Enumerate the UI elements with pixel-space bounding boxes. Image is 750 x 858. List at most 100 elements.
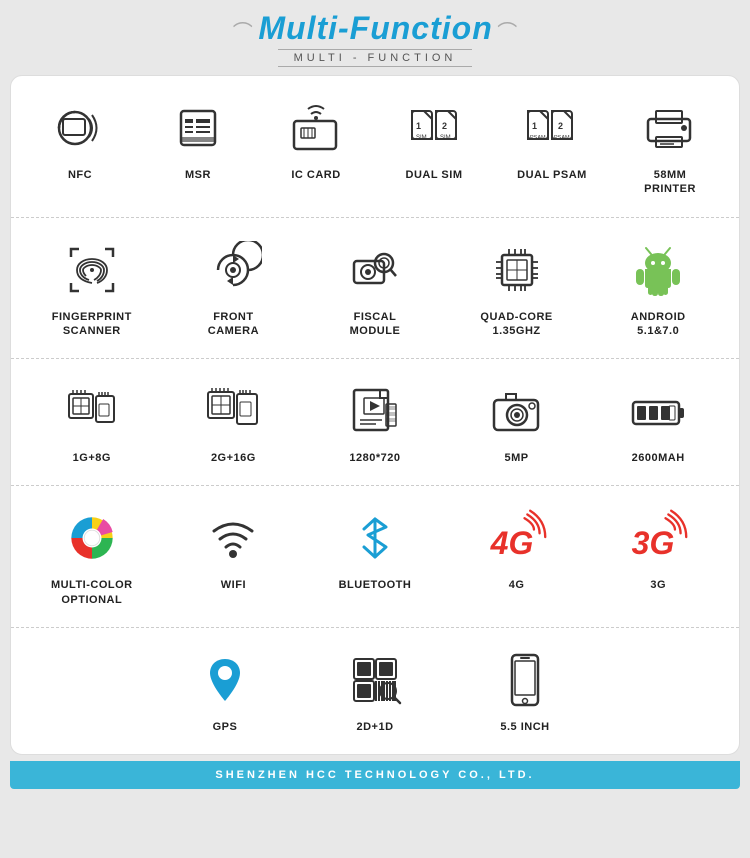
feature-5mp: 5MP (462, 373, 572, 471)
multicolor-label: MULTI-COLOROPTIONAL (51, 578, 133, 607)
feature-android: ANDROID5.1&7.0 (603, 232, 713, 345)
battery-label: 2600MAH (632, 451, 685, 465)
feature-nfc: NFC (25, 90, 135, 188)
3g-label: 3G (650, 578, 666, 592)
feature-dual-psam: 1 PSAM 2 PSAM DUAL PSAM (497, 90, 607, 188)
nfc-label: NFC (68, 168, 92, 182)
ic-card-icon (284, 96, 348, 160)
nfc-icon (48, 96, 112, 160)
feature-55inch: 5.5 INCH (470, 642, 580, 740)
feature-grid-1: NFC (21, 90, 729, 203)
feature-2d1d: 2D+1D (320, 642, 430, 740)
resolution-label: 1280*720 (349, 451, 400, 465)
android-icon (626, 238, 690, 302)
dual-psam-icon: 1 PSAM 2 PSAM (520, 96, 584, 160)
2g16g-icon (201, 379, 265, 443)
fingerprint-icon (60, 238, 124, 302)
feature-3g: 3G 3G (603, 500, 713, 598)
feature-fiscal: FISCALMODULE (320, 232, 430, 345)
feature-battery: 2600MAH (603, 373, 713, 471)
main-card: NFC (10, 75, 740, 755)
msr-label: MSR (185, 168, 211, 182)
gps-label: GPS (213, 720, 238, 734)
feature-wifi: WIFI (178, 500, 288, 598)
printer-label: 58MMPRINTER (644, 168, 696, 197)
5mp-icon (485, 379, 549, 443)
svg-text:PSAM: PSAM (554, 135, 570, 141)
feature-grid-3: 1G+8G (21, 373, 729, 471)
gps-icon (193, 648, 257, 712)
msr-icon (166, 96, 230, 160)
feature-multicolor: MULTI-COLOROPTIONAL (37, 500, 147, 613)
bluetooth-icon (343, 506, 407, 570)
front-camera-icon (201, 238, 265, 302)
svg-text:SIM: SIM (416, 135, 427, 141)
page-title: Multi-Function (258, 10, 492, 46)
svg-text:1: 1 (532, 121, 537, 131)
wifi-label: WIFI (221, 578, 246, 592)
feature-gps: GPS (170, 642, 280, 740)
feature-fingerprint: FINGERPRINTSCANNER (37, 232, 147, 345)
dual-psam-label: DUAL PSAM (517, 168, 587, 182)
svg-text:4G: 4G (489, 525, 533, 561)
battery-icon (626, 379, 690, 443)
55inch-label: 5.5 INCH (500, 720, 549, 734)
bracket-left: ⌒ (233, 22, 259, 44)
feature-front-camera: FRONTCAMERA (178, 232, 288, 345)
svg-text:3G: 3G (632, 525, 675, 561)
feature-resolution: 1280*720 (320, 373, 430, 471)
svg-text:SIM: SIM (440, 135, 451, 141)
front-camera-label: FRONTCAMERA (208, 310, 259, 339)
feature-2g16g: 2G+16G (178, 373, 288, 471)
feature-section-5: GPS (11, 628, 739, 754)
feature-dual-sim: 1 SIM 2 SIM DUAL SIM (379, 90, 489, 188)
quad-core-label: QUAD-CORE1.35GHZ (480, 310, 552, 339)
svg-text:1: 1 (416, 121, 421, 131)
1g8g-icon (60, 379, 124, 443)
feature-grid-5: GPS (21, 642, 729, 740)
2g16g-label: 2G+16G (211, 451, 256, 465)
feature-section-4: MULTI-COLOROPTIONAL WIFI (11, 486, 739, 628)
svg-text:2: 2 (558, 121, 563, 131)
55inch-icon (493, 648, 557, 712)
quad-core-icon (485, 238, 549, 302)
resolution-icon (343, 379, 407, 443)
feature-grid-4: MULTI-COLOROPTIONAL WIFI (21, 500, 729, 613)
feature-quad-core: QUAD-CORE1.35GHZ (462, 232, 572, 345)
5mp-label: 5MP (505, 451, 529, 465)
dual-sim-icon: 1 SIM 2 SIM (402, 96, 466, 160)
feature-grid-2: FINGERPRINTSCANNER (21, 232, 729, 345)
wifi-icon (201, 506, 265, 570)
page-subtitle: MULTI - FUNCTION (278, 49, 473, 67)
page-wrapper: ⌒ Multi-Function ⌒ MULTI - FUNCTION (0, 0, 750, 799)
feature-1g8g: 1G+8G (37, 373, 147, 471)
4g-icon: 4G (485, 506, 549, 570)
2d1d-icon (343, 648, 407, 712)
footer-bar: SHENZHEN HCC TECHNOLOGY CO., LTD. (10, 761, 740, 789)
feature-section-1: NFC (11, 76, 739, 218)
android-label: ANDROID5.1&7.0 (631, 310, 686, 339)
bluetooth-label: BLUETOOTH (339, 578, 412, 592)
ic-card-label: IC CARD (291, 168, 340, 182)
dual-sim-label: DUAL SIM (406, 168, 463, 182)
multicolor-icon (60, 506, 124, 570)
feature-4g: 4G 4G (462, 500, 572, 598)
3g-icon: 3G (626, 506, 690, 570)
printer-icon (638, 96, 702, 160)
feature-bluetooth: BLUETOOTH (320, 500, 430, 598)
feature-msr: MSR (143, 90, 253, 188)
title-section: ⌒ Multi-Function ⌒ MULTI - FUNCTION (10, 10, 740, 67)
feature-section-3: 1G+8G (11, 359, 739, 486)
fiscal-label: FISCALMODULE (350, 310, 401, 339)
bracket-right: ⌒ (497, 22, 517, 44)
feature-section-2: FINGERPRINTSCANNER (11, 218, 739, 360)
1g8g-label: 1G+8G (73, 451, 111, 465)
feature-ic-card: IC CARD (261, 90, 371, 188)
fingerprint-label: FINGERPRINTSCANNER (52, 310, 132, 339)
svg-text:2: 2 (442, 121, 447, 131)
4g-label: 4G (509, 578, 525, 592)
footer-text: SHENZHEN HCC TECHNOLOGY CO., LTD. (215, 769, 534, 781)
feature-printer: 58MMPRINTER (615, 90, 725, 203)
svg-text:PSAM: PSAM (530, 135, 546, 141)
2d1d-label: 2D+1D (356, 720, 393, 734)
